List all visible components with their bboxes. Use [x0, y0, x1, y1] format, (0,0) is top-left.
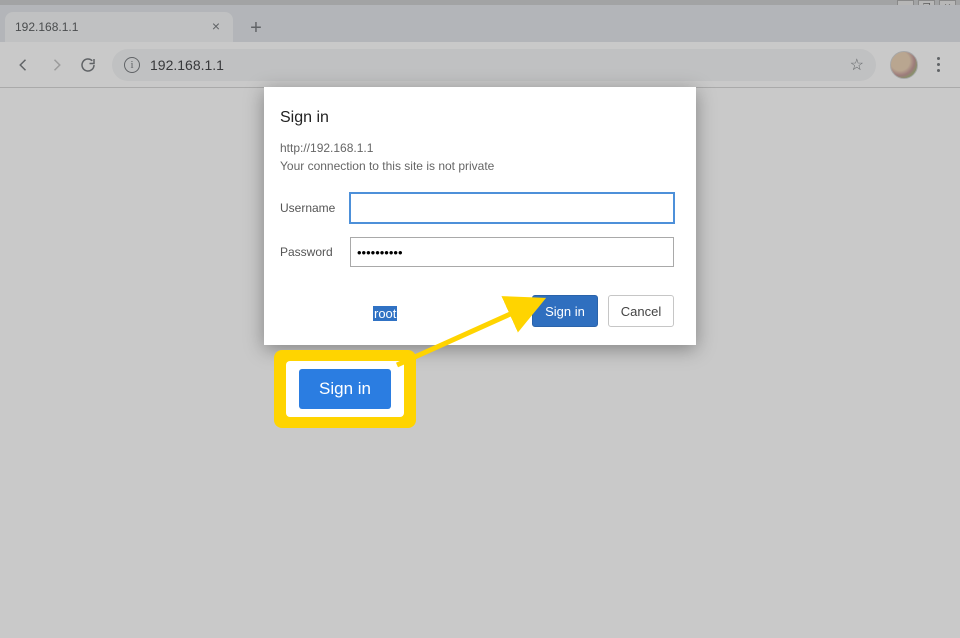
- highlight-callout: Sign in: [274, 350, 416, 428]
- dialog-warning: Your connection to this site is not priv…: [280, 159, 674, 173]
- signin-button[interactable]: Sign in: [532, 295, 598, 327]
- callout-inner: Sign in: [286, 361, 404, 417]
- dialog-title: Sign in: [280, 109, 674, 127]
- dialog-origin: http://192.168.1.1: [280, 141, 674, 155]
- username-selected-text: root: [373, 306, 397, 321]
- password-label: Password: [280, 245, 350, 259]
- password-input[interactable]: [350, 237, 674, 267]
- cancel-button[interactable]: Cancel: [608, 295, 674, 327]
- username-label: Username: [280, 201, 350, 215]
- http-auth-dialog: Sign in http://192.168.1.1 Your connecti…: [264, 87, 696, 345]
- callout-signin-button: Sign in: [299, 369, 391, 409]
- username-input[interactable]: [350, 193, 674, 223]
